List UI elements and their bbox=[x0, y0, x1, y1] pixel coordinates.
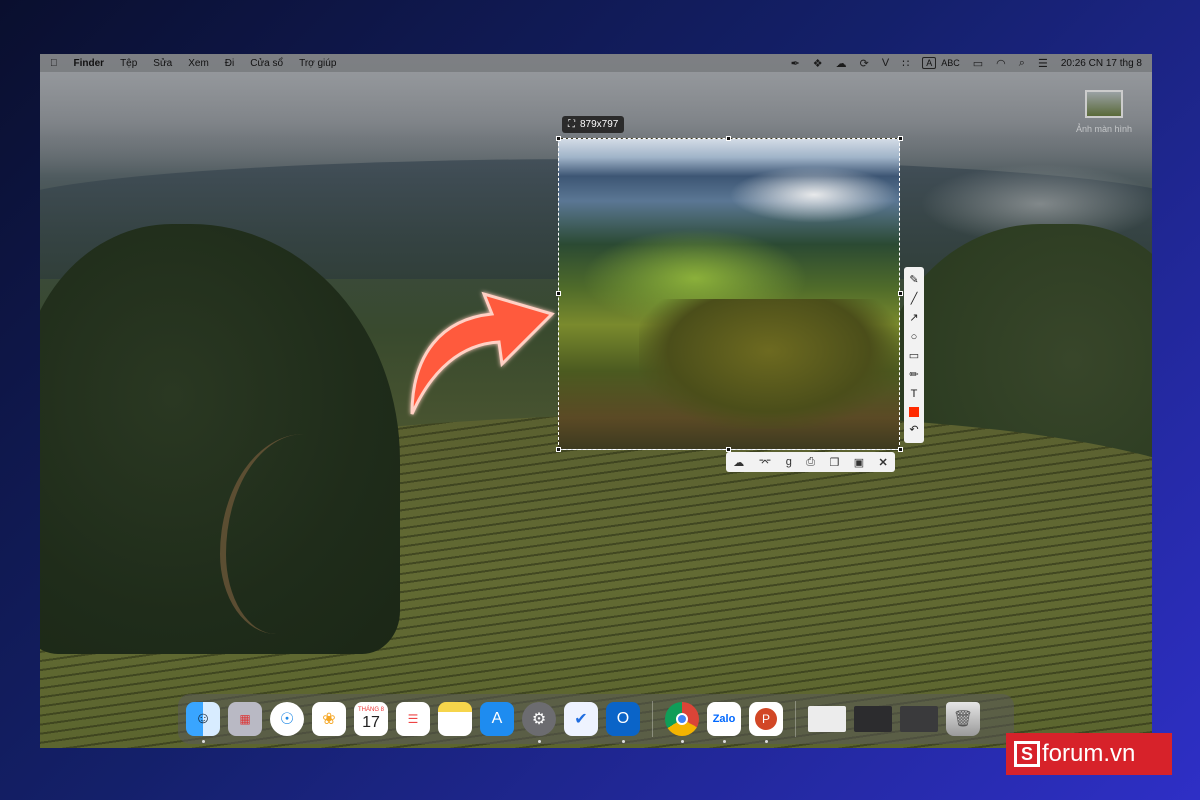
resize-handle-sw[interactable] bbox=[556, 447, 561, 452]
print-icon[interactable]: ⎙ bbox=[806, 456, 815, 469]
share-icon[interactable]: ⌤ bbox=[759, 456, 772, 469]
arrow-shape bbox=[410, 291, 555, 415]
zalo-label: Zalo bbox=[712, 713, 736, 725]
selection-size-tag: ⛶ 879x797 bbox=[562, 116, 625, 133]
close-icon[interactable]: ✕ bbox=[879, 456, 888, 469]
apple-icon[interactable]:  bbox=[50, 58, 58, 69]
calendar-app-icon[interactable]: THÁNG 8 17 bbox=[354, 702, 388, 736]
menu-help[interactable]: Trợ giúp bbox=[299, 58, 336, 69]
sforum-watermark: S forum.vn bbox=[1006, 733, 1172, 775]
google-search-icon[interactable]: g bbox=[786, 456, 792, 468]
resize-handle-ne[interactable] bbox=[898, 136, 903, 141]
save-icon[interactable]: ▣ bbox=[854, 456, 864, 469]
sforum-text: forum.vn bbox=[1042, 740, 1136, 767]
copy-icon[interactable]: ❐ bbox=[829, 456, 839, 469]
calendar-day: 17 bbox=[362, 714, 380, 731]
reminders-app-icon[interactable]: ☰ bbox=[396, 702, 430, 736]
status-tray: ✒ ❖ ☁ ⟳ V ∷ A ABC ▭ ◠ ⌕ ☰ 20:26 CN 17 th… bbox=[791, 57, 1142, 70]
input-source-label[interactable]: ABC bbox=[941, 58, 960, 68]
selection-size-label: 879x797 bbox=[580, 119, 619, 130]
menu-bar:  Finder Tệp Sửa Xem Đi Cửa sổ Trợ giúp … bbox=[40, 54, 1152, 72]
line-icon[interactable]: ╱ bbox=[911, 293, 918, 305]
action-toolbar: ☁ ⌤ g ⎙ ❐ ▣ ✕ bbox=[726, 452, 895, 472]
powerpoint-app-icon[interactable]: P bbox=[749, 702, 783, 743]
launchpad-app-icon[interactable]: ▦ bbox=[228, 702, 262, 736]
safari-app-icon[interactable]: ☉ bbox=[270, 702, 304, 736]
pencil-icon[interactable]: ✎ bbox=[909, 274, 918, 286]
dock: ☺ ▦ ☉ ❀ THÁNG 8 17 ☰ A ⚙ ✔ O Zalo P 🗑 bbox=[178, 694, 1014, 744]
search-icon[interactable]: ⌕ bbox=[1019, 57, 1025, 70]
menu-finder[interactable]: Finder bbox=[74, 58, 105, 69]
menu-view[interactable]: Xem bbox=[188, 58, 209, 69]
text-icon[interactable]: T bbox=[911, 388, 918, 400]
annotation-arrow bbox=[410, 291, 555, 415]
control-center-icon[interactable]: ☰ bbox=[1038, 57, 1048, 70]
trash-icon[interactable]: 🗑 bbox=[946, 702, 980, 736]
cloud-sync-icon[interactable]: ☁ bbox=[836, 57, 847, 70]
resize-handle-e[interactable] bbox=[898, 291, 903, 296]
undo-icon[interactable]: ↶ bbox=[909, 424, 918, 436]
resize-handle-nw[interactable] bbox=[556, 136, 561, 141]
minimized-window-3[interactable] bbox=[900, 706, 938, 732]
calendar-month: THÁNG 8 bbox=[357, 707, 384, 713]
crop-icon: ⛶ bbox=[568, 119, 575, 130]
menu-file[interactable]: Tệp bbox=[120, 58, 137, 69]
feather-icon[interactable]: ✒ bbox=[791, 57, 800, 70]
refresh-icon[interactable]: ⟳ bbox=[860, 57, 869, 70]
v-icon[interactable]: V bbox=[882, 57, 889, 69]
ellipse-icon[interactable]: ○ bbox=[911, 331, 918, 343]
dropbox-icon[interactable]: ❖ bbox=[813, 57, 823, 70]
minimized-window-2[interactable] bbox=[854, 706, 892, 732]
finder-app-icon[interactable]: ☺ bbox=[186, 702, 220, 743]
minimized-window-1[interactable] bbox=[808, 706, 846, 732]
notes-app-icon[interactable] bbox=[438, 702, 472, 736]
annotation-toolbar: ✎ ╱ ↗ ○ ▭ ✏ T ↶ bbox=[904, 267, 924, 443]
color-icon[interactable] bbox=[909, 407, 919, 418]
resize-handle-n[interactable] bbox=[726, 136, 731, 141]
desktop-file[interactable]: Ảnh màn hình bbox=[1064, 90, 1144, 134]
zalo-app-icon[interactable]: Zalo bbox=[707, 702, 741, 743]
resize-handle-se[interactable] bbox=[898, 447, 903, 452]
rectangle-icon[interactable]: ▭ bbox=[909, 350, 919, 362]
file-thumbnail bbox=[1085, 90, 1123, 118]
sforum-logo: S bbox=[1014, 741, 1040, 767]
photos-app-icon[interactable]: ❀ bbox=[312, 702, 346, 736]
marker-icon[interactable]: ✏ bbox=[909, 369, 918, 381]
arrow-icon[interactable]: ↗ bbox=[909, 312, 918, 324]
menu-go[interactable]: Đi bbox=[225, 58, 234, 69]
selection-trees bbox=[639, 299, 899, 429]
menu-window[interactable]: Cửa sổ bbox=[250, 58, 283, 69]
app-store-app-icon[interactable]: A bbox=[480, 702, 514, 736]
battery-icon[interactable]: ▭ bbox=[973, 57, 983, 70]
dock-separator-2 bbox=[795, 701, 796, 737]
chrome-app-icon[interactable] bbox=[665, 702, 699, 743]
input-source-icon[interactable]: A bbox=[922, 57, 937, 69]
lark-app-icon[interactable]: ✔ bbox=[564, 702, 598, 736]
dock-separator bbox=[652, 701, 653, 737]
capture-selection[interactable] bbox=[558, 138, 900, 450]
file-name: Ảnh màn hình bbox=[1075, 124, 1133, 134]
desktop-screen:  Finder Tệp Sửa Xem Đi Cửa sổ Trợ giúp … bbox=[40, 54, 1152, 748]
system-settings-app-icon[interactable]: ⚙ bbox=[522, 702, 556, 743]
grid-dots-icon[interactable]: ∷ bbox=[902, 57, 909, 70]
wifi-icon[interactable]: ◠ bbox=[996, 57, 1006, 70]
clock[interactable]: 20:26 CN 17 thg 8 bbox=[1061, 58, 1142, 69]
outlook-app-icon[interactable]: O bbox=[606, 702, 640, 743]
cloud-upload-icon[interactable]: ☁ bbox=[733, 456, 744, 469]
menu-edit[interactable]: Sửa bbox=[153, 58, 172, 69]
